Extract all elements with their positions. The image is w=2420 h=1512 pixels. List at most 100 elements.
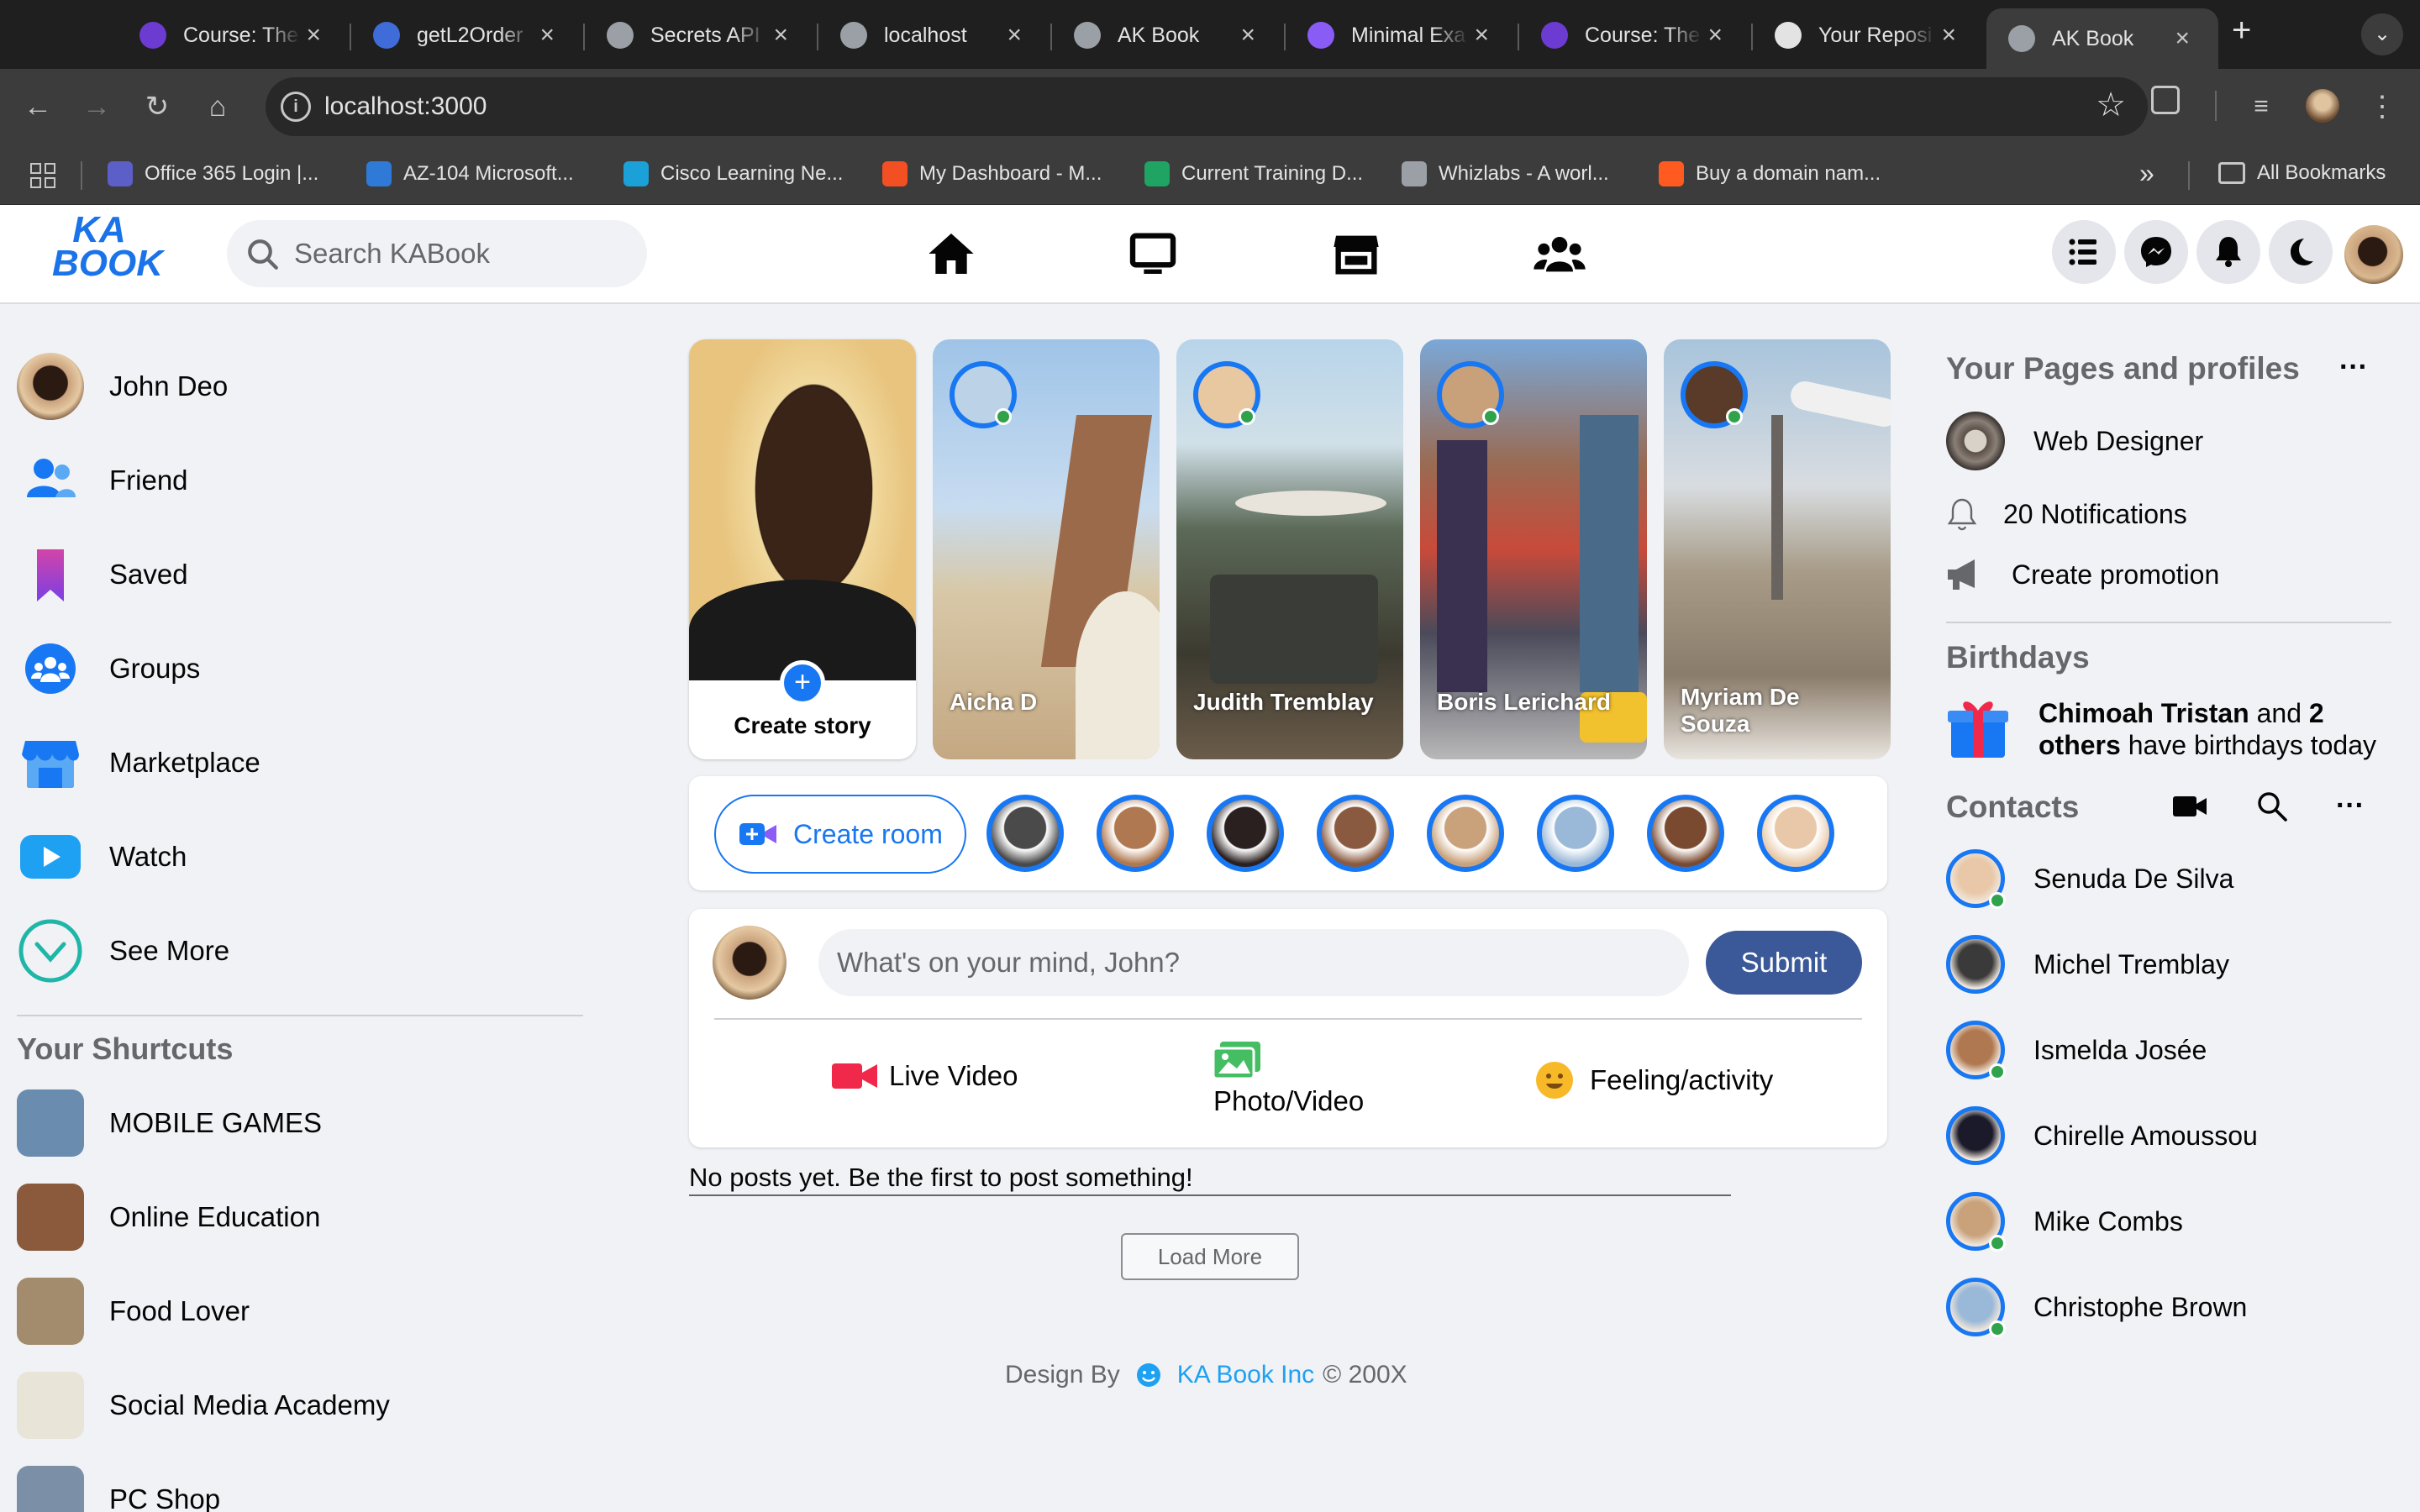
contact-item[interactable]: Michel Tremblay bbox=[1946, 931, 2229, 998]
room-avatar[interactable] bbox=[986, 795, 1064, 872]
kabook-logo[interactable]: KA BOOK bbox=[52, 212, 163, 294]
bookmark-item[interactable]: AZ-104 Microsoft... bbox=[366, 161, 574, 186]
browser-tab[interactable]: Course: The × bbox=[1519, 8, 1751, 62]
sidebar-item-saved[interactable]: Saved bbox=[17, 537, 188, 612]
user-avatar[interactable] bbox=[2344, 225, 2403, 284]
sidebar-item-see-more[interactable]: See More bbox=[17, 913, 229, 989]
shortcut-item[interactable]: Social Media Academy bbox=[17, 1368, 390, 1443]
browser-tab[interactable]: Minimal Exa × bbox=[1286, 8, 1518, 62]
more-bookmarks-button[interactable]: » bbox=[2139, 158, 2154, 189]
browser-tab[interactable]: Secrets API × bbox=[585, 8, 817, 62]
close-tab-icon[interactable]: × bbox=[1941, 21, 1956, 50]
create-room-button[interactable]: Create room bbox=[714, 795, 966, 874]
browser-tab[interactable]: AK Book × bbox=[1052, 8, 1284, 62]
shortcut-item[interactable]: PC Shop bbox=[17, 1462, 220, 1512]
search-bar[interactable]: Search KABook bbox=[227, 220, 647, 287]
close-tab-icon[interactable]: × bbox=[1474, 21, 1489, 50]
bookmark-item[interactable]: Whizlabs - A worl... bbox=[1402, 161, 1609, 186]
contacts-more-icon[interactable]: ··· bbox=[2336, 790, 2365, 822]
sidebar-item-profile[interactable]: John Deo bbox=[17, 349, 228, 424]
contact-item[interactable]: Mike Combs bbox=[1946, 1188, 2183, 1255]
notifications-button[interactable] bbox=[2196, 220, 2260, 284]
room-avatar[interactable] bbox=[1427, 795, 1504, 872]
shortcut-item[interactable]: Food Lover bbox=[17, 1273, 250, 1349]
media-control-icon[interactable]: ≡ bbox=[2240, 86, 2282, 128]
tab-search-button[interactable]: ⌄ bbox=[2361, 13, 2403, 55]
pages-more-icon[interactable]: ··· bbox=[2339, 351, 2368, 384]
footer-company-link[interactable]: KA Book Inc bbox=[1177, 1361, 1314, 1389]
extensions-icon[interactable] bbox=[2151, 86, 2180, 114]
reload-icon[interactable]: ↻ bbox=[136, 86, 178, 128]
bookmark-star-icon[interactable]: ☆ bbox=[2096, 86, 2126, 124]
home-nav-icon[interactable] bbox=[918, 227, 985, 281]
create-story-card[interactable]: + Create story bbox=[689, 339, 916, 759]
contact-item[interactable]: Senuda De Silva bbox=[1946, 845, 2233, 912]
browser-tab[interactable]: Course: The × bbox=[118, 8, 350, 62]
browser-tab[interactable]: getL2Order × bbox=[351, 8, 583, 62]
room-avatar[interactable] bbox=[1317, 795, 1394, 872]
groups-nav-icon[interactable] bbox=[1526, 227, 1593, 281]
contact-item[interactable]: Ismelda Josée bbox=[1946, 1016, 2207, 1084]
close-tab-icon[interactable]: × bbox=[1007, 21, 1022, 50]
live-video-button[interactable]: Live Video bbox=[832, 1060, 1018, 1092]
watch-nav-icon[interactable] bbox=[1119, 227, 1186, 281]
bookmark-item[interactable]: Office 365 Login |... bbox=[108, 161, 318, 186]
photo-video-button[interactable]: Photo/Video bbox=[1212, 1042, 1364, 1117]
contact-item[interactable]: Chirelle Amoussou bbox=[1946, 1102, 2258, 1169]
room-avatar[interactable] bbox=[1757, 795, 1834, 872]
browser-tab[interactable]: localhost × bbox=[818, 8, 1050, 62]
story-card[interactable]: Boris Lerichard bbox=[1420, 339, 1647, 759]
apps-grid-icon[interactable] bbox=[30, 163, 55, 188]
bookmark-item[interactable]: Buy a domain nam... bbox=[1659, 161, 1881, 186]
sidebar-item-watch[interactable]: Watch bbox=[17, 819, 187, 895]
birthday-name[interactable]: Chimoah Tristan bbox=[2039, 698, 2249, 728]
new-tab-button[interactable]: + bbox=[2232, 12, 2251, 50]
room-avatar[interactable] bbox=[1647, 795, 1724, 872]
browser-tab[interactable]: Your Reposi × bbox=[1753, 8, 1985, 62]
load-more-button[interactable]: Load More bbox=[1121, 1233, 1299, 1280]
profile-avatar[interactable] bbox=[2306, 89, 2339, 123]
close-tab-icon[interactable]: × bbox=[539, 21, 555, 50]
marketplace-nav-icon[interactable] bbox=[1323, 227, 1390, 281]
back-icon[interactable]: ← bbox=[17, 86, 59, 128]
home-icon[interactable]: ⌂ bbox=[197, 86, 239, 128]
shortcut-item[interactable]: Online Education bbox=[17, 1179, 320, 1255]
bookmark-item[interactable]: My Dashboard - M... bbox=[882, 161, 1102, 186]
add-story-icon[interactable]: + bbox=[780, 660, 825, 706]
all-bookmarks-folder[interactable]: All Bookmarks bbox=[2218, 161, 2386, 185]
sidebar-item-marketplace[interactable]: Marketplace bbox=[17, 725, 260, 801]
bookmark-item[interactable]: Current Training D... bbox=[1144, 161, 1363, 186]
address-bar[interactable]: i localhost:3000 ☆ bbox=[266, 77, 2148, 136]
room-avatar[interactable] bbox=[1097, 795, 1174, 872]
contacts-search-icon[interactable] bbox=[2255, 790, 2289, 823]
video-call-icon[interactable] bbox=[2173, 795, 2207, 818]
shortcut-item[interactable]: MOBILE GAMES bbox=[17, 1085, 322, 1161]
url-text[interactable]: localhost:3000 bbox=[324, 92, 487, 121]
sidebar-item-groups[interactable]: Groups bbox=[17, 631, 200, 706]
notifications-link[interactable]: 20 Notifications bbox=[1946, 497, 2187, 531]
post-input[interactable]: What's on your mind, John? bbox=[818, 929, 1689, 996]
menu-list-button[interactable] bbox=[2052, 220, 2116, 284]
close-tab-icon[interactable]: × bbox=[1240, 21, 1255, 50]
forward-icon[interactable]: → bbox=[76, 86, 118, 128]
room-avatar[interactable] bbox=[1207, 795, 1284, 872]
submit-button[interactable]: Submit bbox=[1706, 931, 1862, 995]
contact-item[interactable]: Christophe Brown bbox=[1946, 1273, 2247, 1341]
close-tab-icon[interactable]: × bbox=[306, 21, 321, 50]
site-info-icon[interactable]: i bbox=[281, 92, 311, 122]
create-promotion-link[interactable]: Create promotion bbox=[1946, 558, 2219, 591]
page-web-designer[interactable]: Web Designer bbox=[1946, 412, 2203, 470]
story-card[interactable]: Judith Tremblay bbox=[1176, 339, 1403, 759]
story-card[interactable]: Aicha D bbox=[933, 339, 1160, 759]
room-avatar[interactable] bbox=[1537, 795, 1614, 872]
messenger-button[interactable] bbox=[2124, 220, 2188, 284]
browser-menu-icon[interactable]: ⋮ bbox=[2361, 86, 2403, 128]
story-card[interactable]: Myriam De Souza bbox=[1664, 339, 1891, 759]
sidebar-item-friend[interactable]: Friend bbox=[17, 443, 188, 518]
close-tab-icon[interactable]: × bbox=[773, 21, 788, 50]
close-tab-icon[interactable]: × bbox=[2175, 24, 2190, 53]
browser-tab[interactable]: AK Book × bbox=[1986, 8, 2218, 69]
bookmark-item[interactable]: Cisco Learning Ne... bbox=[623, 161, 843, 186]
feeling-activity-button[interactable]: Feeling/activity bbox=[1534, 1060, 1773, 1100]
close-tab-icon[interactable]: × bbox=[1707, 21, 1723, 50]
